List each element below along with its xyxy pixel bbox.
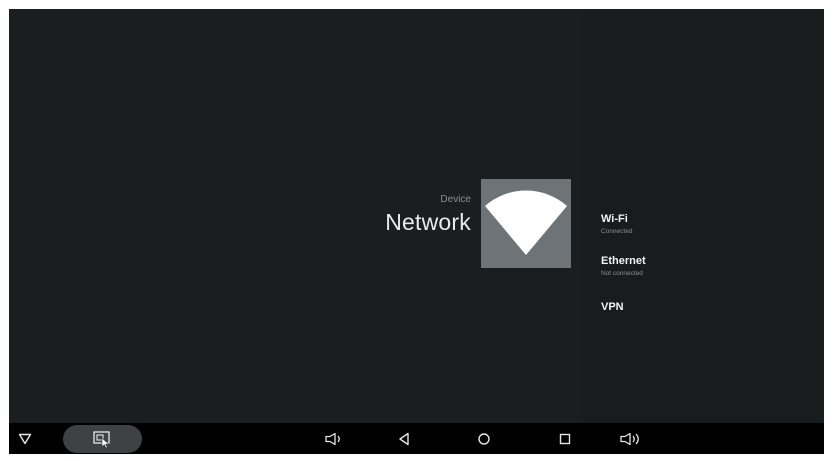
- breadcrumb: Device: [440, 194, 471, 205]
- volume-down-button[interactable]: [320, 423, 350, 454]
- menu-item-wifi-label: Wi-Fi: [601, 213, 628, 225]
- wifi-icon: [485, 190, 567, 255]
- menu-item-ethernet-label: Ethernet: [601, 255, 646, 267]
- home-button[interactable]: [472, 423, 496, 454]
- tv-settings-screen: Device Network Wi-Fi Connected Ethernet …: [9, 9, 824, 454]
- network-hero-tile: [481, 179, 571, 268]
- volume-down-icon: [325, 432, 340, 445]
- recents-button[interactable]: [553, 423, 577, 454]
- menu-item-wifi-status: Connected: [601, 228, 633, 235]
- menu-item-wifi[interactable]: Wi-Fi Connected: [601, 213, 801, 236]
- menu-item-vpn[interactable]: VPN: [601, 301, 801, 314]
- volume-up-button[interactable]: [616, 423, 648, 454]
- hide-nav-button[interactable]: [15, 423, 35, 454]
- menu-item-vpn-label: VPN: [601, 301, 624, 313]
- home-icon: [478, 432, 490, 445]
- recents-icon: [559, 433, 571, 444]
- back-icon: [399, 432, 409, 445]
- volume-up-icon: [620, 432, 639, 445]
- back-button[interactable]: [392, 423, 416, 454]
- screenshot-icon: [92, 431, 110, 449]
- navigation-bar: [9, 423, 824, 454]
- menu-item-ethernet-status: Not connected: [601, 270, 643, 277]
- main-area: Device Network Wi-Fi Connected Ethernet …: [9, 9, 824, 423]
- hide-nav-icon: [18, 433, 32, 444]
- menu-item-ethernet[interactable]: Ethernet Not connected: [601, 255, 801, 278]
- page-title: Network: [385, 209, 471, 235]
- screenshot-button[interactable]: [63, 425, 142, 453]
